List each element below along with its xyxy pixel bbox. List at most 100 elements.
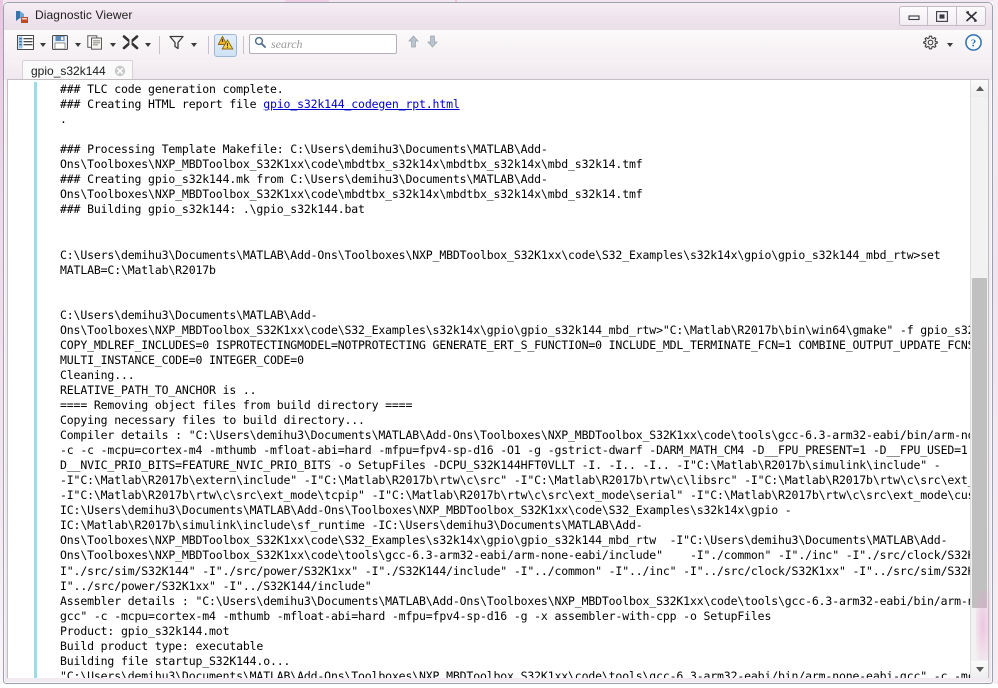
- settings-button[interactable]: [919, 33, 941, 56]
- view-options-dropdown-arrow[interactable]: [36, 34, 49, 57]
- log-line-blank: [60, 293, 966, 308]
- chevron-down-icon: [39, 43, 46, 47]
- log-line-blank: [60, 278, 966, 293]
- log-line: I"./src/sim/S32K144" -I"./src/power/S32K…: [60, 563, 970, 578]
- window-title: Diagnostic Viewer: [35, 8, 133, 22]
- scroll-up-button[interactable]: [971, 80, 988, 97]
- log-line: Ons\Toolboxes\NXP_MBDToolbox_S32K1xx\cod…: [60, 533, 948, 548]
- next-result-button[interactable]: [423, 34, 441, 54]
- log-line: MATLAB=C:\Matlab\R2017b: [60, 262, 216, 277]
- vertical-scrollbar[interactable]: [970, 80, 988, 678]
- log-line: gcc" -c -mcpu=cortex-m4 -mthumb -mfloat-…: [60, 608, 772, 623]
- log-line-report: ### Creating HTML report file gpio_s32k1…: [60, 97, 966, 112]
- log-line: ### Building gpio_s32k144: .\gpio_s32k14…: [60, 202, 365, 217]
- log-line: ### TLC code generation complete.: [60, 82, 284, 96]
- filter-dropdown-arrow[interactable]: [187, 34, 200, 57]
- svg-text:?: ?: [970, 37, 976, 49]
- clear-dropdown-arrow[interactable]: [141, 34, 154, 57]
- warnings-toggle-button[interactable]: [214, 33, 237, 57]
- log-message-build[interactable]: ### TLC code generation complete. ### Cr…: [8, 82, 970, 678]
- log-line: -c -c -mcpu=cortex-m4 -mthumb -mfloat-ab…: [60, 443, 970, 458]
- close-circle-icon[interactable]: [114, 65, 126, 77]
- save-button[interactable]: [49, 34, 71, 57]
- save-disk-icon: [52, 35, 68, 55]
- scroll-down-button[interactable]: [971, 661, 988, 678]
- gear-icon: [922, 35, 938, 55]
- log-line: I"../src/power/S32K1xx" -I"../S32K144/in…: [60, 578, 372, 593]
- diagnostic-viewer-window: Diagnostic Viewer search ? gpio_s32k144 …: [3, 2, 993, 684]
- funnel-filter-icon: [168, 35, 184, 55]
- toolbar-right-group: ?: [919, 33, 984, 56]
- toolbar: search ?: [4, 30, 992, 61]
- log-line: MULTI_INSTANCE_CODE=0 INTEGER_CODE=0: [60, 352, 304, 367]
- desktop-bleed-bottom: [0, 684, 998, 688]
- maximize-restore-button[interactable]: [928, 6, 957, 26]
- log-line: Compiler details : "C:\Users\demihu3\Doc…: [60, 428, 970, 443]
- log-content: ### TLC code generation complete. ### Cr…: [8, 80, 970, 678]
- clear-button[interactable]: [119, 34, 141, 57]
- codegen-report-link[interactable]: gpio_s32k144_codegen_rpt.html: [263, 97, 460, 111]
- log-line: Ons\Toolboxes\NXP_MBDToolbox_S32K1xx\cod…: [60, 548, 970, 563]
- copy-pages-icon: [87, 35, 103, 55]
- clear-x-icon: [122, 35, 139, 55]
- log-line: Product: gpio_s32k144.mot: [60, 623, 230, 638]
- chevron-down-icon: [144, 43, 151, 47]
- settings-dropdown-arrow[interactable]: [943, 33, 956, 56]
- close-button[interactable]: [957, 6, 986, 26]
- chevron-down-icon: [190, 43, 197, 47]
- diagnostic-viewer-icon: [14, 9, 30, 25]
- toolbar-separator-1: [159, 36, 160, 54]
- filter-button[interactable]: [165, 34, 187, 57]
- log-line: D__NVIC_PRIO_BITS=FEATURE_NVIC_PRIO_BITS…: [60, 458, 941, 473]
- log-line: RELATIVE_PATH_TO_ANCHOR is ..: [60, 382, 257, 397]
- log-line: ==== Removing object files from build di…: [60, 397, 413, 412]
- window-controls: [899, 6, 986, 26]
- log-line: Build product type: executable: [60, 638, 264, 653]
- search-icon: [254, 35, 266, 53]
- chevron-down-icon: [946, 42, 953, 47]
- help-button[interactable]: ?: [962, 33, 984, 56]
- save-dropdown-arrow[interactable]: [71, 34, 84, 57]
- log-line: Assembler details : "C:\Users\demihu3\Do…: [60, 593, 970, 608]
- chevron-down-icon: [74, 43, 81, 47]
- tab-label: gpio_s32k144: [31, 64, 106, 78]
- minimize-button[interactable]: [899, 6, 928, 26]
- arrow-down-icon: [426, 35, 438, 53]
- log-line: "C:\Users\demihu3\Documents\MATLAB\Add-O…: [60, 668, 970, 678]
- log-line: .: [60, 112, 67, 127]
- log-line: ### Processing Template Makefile: C:\Use…: [60, 142, 548, 157]
- toolbar-separator-3: [243, 36, 244, 54]
- toolbar-separator-2: [208, 36, 209, 54]
- log-line-blank: [60, 232, 966, 247]
- scroll-up-arrow-icon: [975, 86, 984, 91]
- log-scroll-area[interactable]: ### TLC code generation complete. ### Cr…: [8, 80, 970, 678]
- log-line: Ons\Toolboxes\NXP_MBDToolbox_S32K1xx\cod…: [60, 157, 643, 172]
- search-input[interactable]: search: [249, 34, 397, 54]
- title-bar: Diagnostic Viewer: [4, 3, 992, 31]
- log-line: Copying necessary files to build directo…: [60, 413, 365, 428]
- tab-gpio-s32k144[interactable]: gpio_s32k144: [22, 60, 133, 81]
- log-line: Ons\Toolboxes\NXP_MBDToolbox_S32K1xx\cod…: [60, 322, 970, 337]
- warning-triangles-icon: [217, 35, 234, 55]
- log-line: -I"C:\Matlab\R2017b\rtw\c\src\ext_mode\t…: [60, 488, 970, 503]
- previous-result-button[interactable]: [404, 34, 422, 54]
- chevron-down-icon: [109, 43, 116, 47]
- scrollbar-thumb[interactable]: [972, 278, 987, 608]
- desktop-bleed-right: [993, 0, 998, 688]
- log-line-text: ### Creating HTML report file: [60, 97, 264, 112]
- log-line: COPY_MDLREF_INCLUDES=0 ISPROTECTINGMODEL…: [60, 337, 970, 352]
- log-line: Building file startup_S32K144.o...: [60, 653, 291, 668]
- copy-dropdown-arrow[interactable]: [106, 34, 119, 57]
- arrow-up-icon: [407, 35, 419, 53]
- log-line: C:\Users\demihu3\Documents\MATLAB\Add-: [60, 307, 318, 322]
- log-line-blank: [60, 127, 966, 142]
- diagnostic-log-pane: ### TLC code generation complete. ### Cr…: [7, 79, 989, 679]
- copy-button[interactable]: [84, 34, 106, 57]
- log-line: -I"C:\Matlab\R2017b\extern\include" -I"C…: [60, 473, 970, 488]
- log-line: ### Creating gpio_s32k144.mk from C:\Use…: [60, 172, 548, 187]
- status-strip: [7, 678, 989, 682]
- log-line-blank: [60, 217, 966, 232]
- log-line: Cleaning...: [60, 367, 135, 382]
- view-options-button[interactable]: [14, 34, 36, 57]
- tab-strip: gpio_s32k144: [4, 60, 992, 81]
